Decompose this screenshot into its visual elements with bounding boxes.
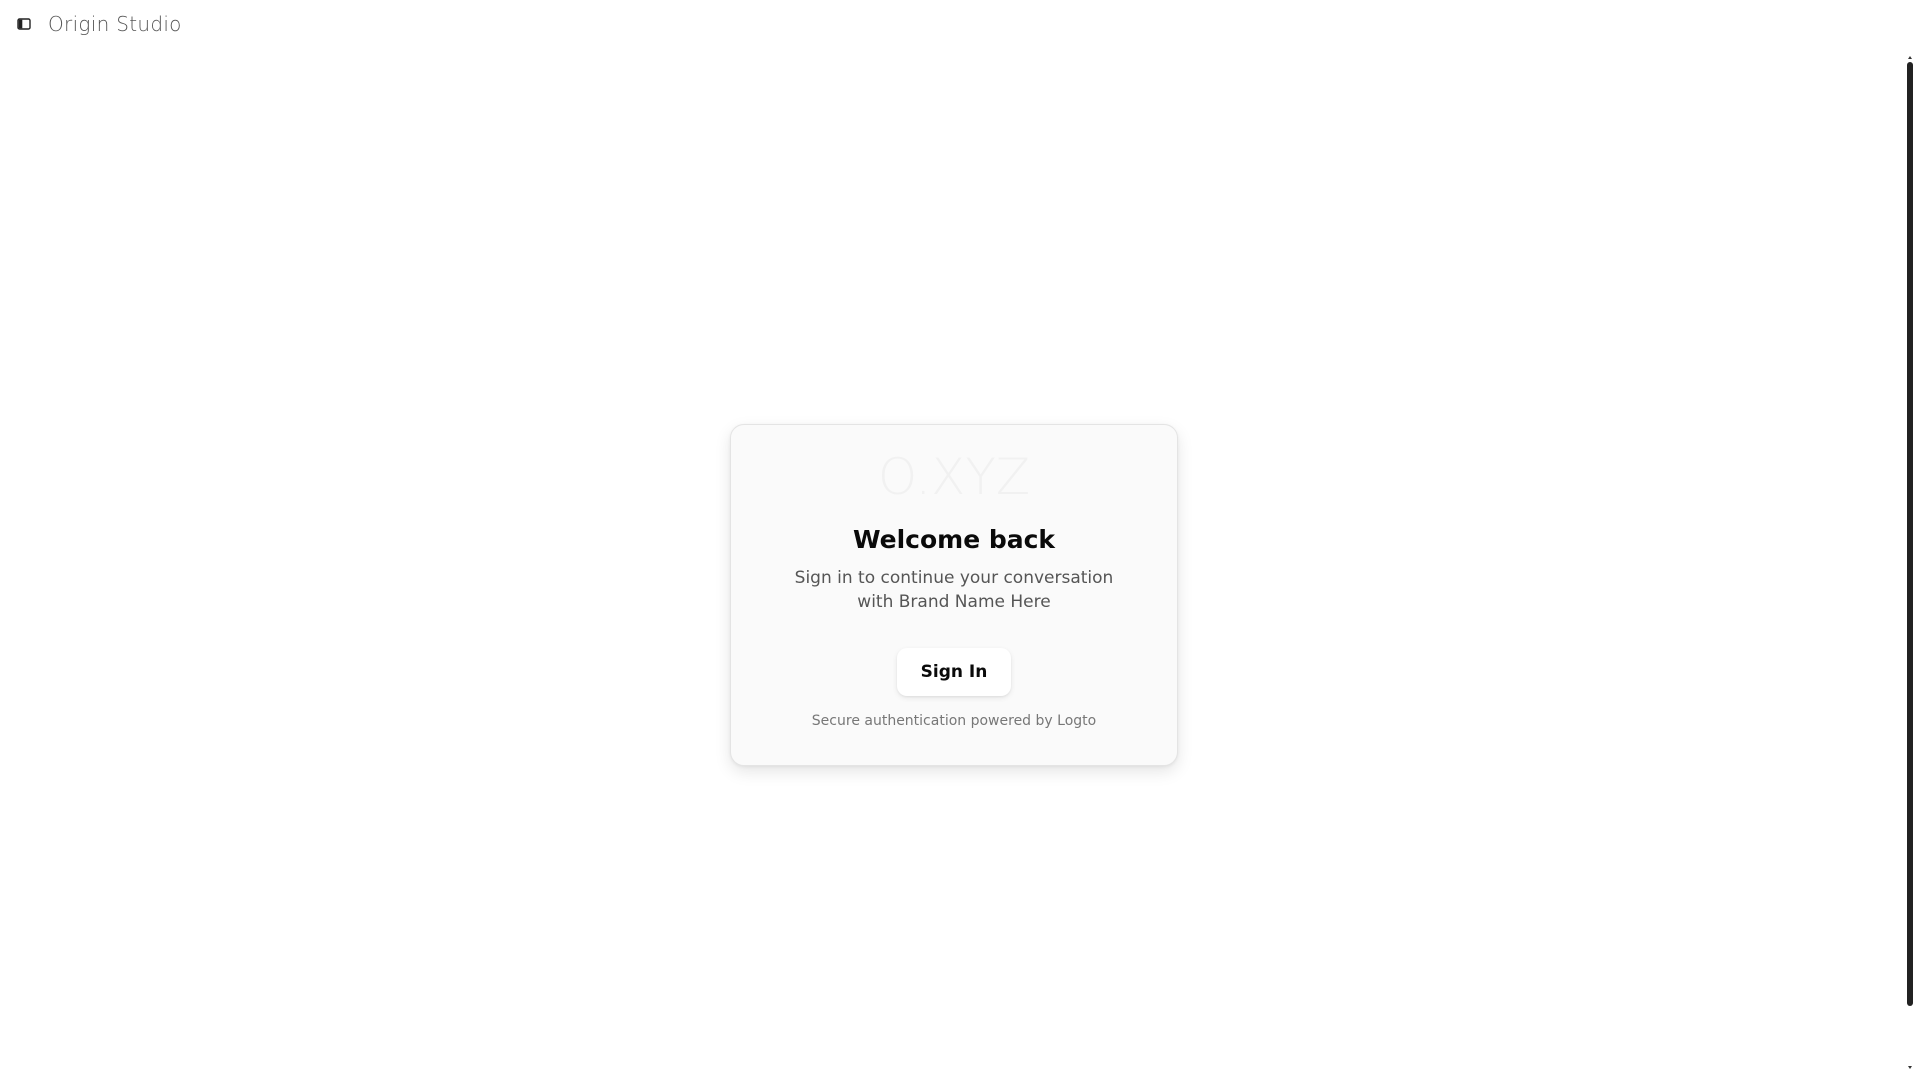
app-title: Origin Studio [48,12,182,36]
sign-in-button[interactable]: Sign In [896,648,1012,696]
login-card: O.XYZ Welcome back Sign in to continue y… [730,424,1178,766]
scrollbar-thumb[interactable] [1907,62,1913,1006]
welcome-heading: Welcome back [852,525,1056,554]
top-bar: Origin Studio [0,0,1900,48]
auth-footer-note: Secure authentication powered by Logto [811,713,1097,729]
signin-subtitle: Sign in to continue your conversation wi… [794,568,1114,612]
sidebar-toggle-icon [17,18,31,30]
brand-logo: O.XYZ [877,448,1031,506]
vertical-scrollbar[interactable] [1900,0,1920,1080]
sidebar-toggle-button[interactable] [8,8,40,40]
scroll-down-arrow-icon[interactable] [1908,1066,1912,1069]
scroll-up-arrow-icon[interactable] [1908,56,1912,59]
